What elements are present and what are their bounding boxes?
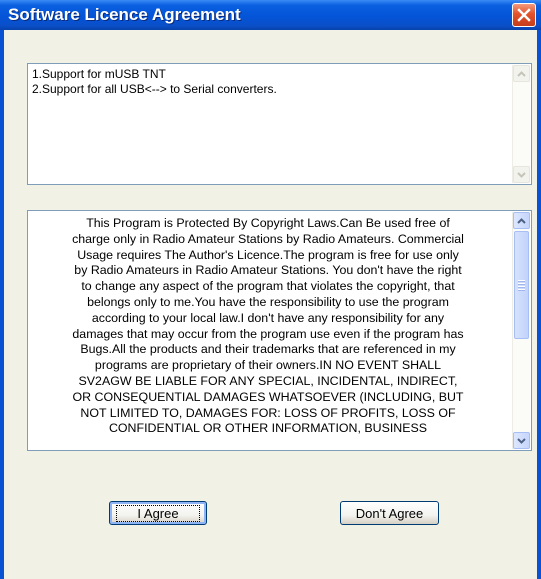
changes-line: 2.Support for all USB<--> to Serial conv… (32, 82, 277, 96)
agree-button[interactable]: I Agree (109, 501, 207, 525)
license-line: damages that may occur from the program … (72, 326, 464, 341)
license-line: OR CONSEQUENTIAL DAMAGES WHATSOEVER (INC… (72, 389, 464, 404)
chevron-up-icon (517, 70, 526, 77)
window-frame-right (537, 30, 541, 579)
license-line: programs are proprietary of their owners… (94, 358, 442, 373)
license-line: Usage requires The Author's Licence.The … (77, 247, 459, 262)
license-scrollbar[interactable] (512, 212, 530, 449)
license-line: charge only in Radio Amateur Stations by… (72, 231, 464, 246)
dont-agree-button-label: Don't Agree (355, 505, 424, 521)
changes-text: 1.Support for mUSB TNT 2.Support for all… (32, 67, 502, 97)
license-text: This Program is Protected By Copyright L… (31, 216, 505, 437)
license-line: according to your local law.I don't have… (91, 310, 445, 325)
changes-scrollbar[interactable] (512, 65, 530, 183)
license-text-box[interactable]: This Program is Protected By Copyright L… (27, 210, 532, 451)
window-title: Software Licence Agreement (8, 5, 241, 24)
scroll-up-button[interactable] (513, 65, 530, 82)
changes-text-box[interactable]: 1.Support for mUSB TNT 2.Support for all… (27, 63, 532, 185)
license-line: belongs only to me.You have the responsi… (87, 294, 449, 309)
license-line: Bugs.All the products and their trademar… (80, 342, 456, 357)
close-icon (517, 8, 531, 22)
dont-agree-button[interactable]: Don't Agree (340, 501, 439, 525)
scroll-down-button[interactable] (513, 432, 530, 449)
license-line: NOT LIMITED TO, DAMAGES FOR: LOSS OF PRO… (80, 405, 456, 420)
chevron-down-icon (517, 171, 526, 178)
chevron-up-icon (517, 217, 526, 224)
window-frame-left (0, 30, 4, 579)
license-line: CONFIDENTIAL OR OTHER INFORMATION, BUSIN… (108, 421, 428, 436)
agree-button-label: I Agree (116, 504, 200, 522)
changes-line: 1.Support for mUSB TNT (32, 67, 166, 81)
scroll-up-button[interactable] (513, 212, 530, 229)
scroll-thumb[interactable] (514, 231, 529, 339)
scroll-down-button[interactable] (513, 166, 530, 183)
title-bar[interactable]: Software Licence Agreement (0, 0, 541, 30)
close-button[interactable] (512, 3, 536, 27)
license-line: SV2AGW BE LIABLE FOR ANY SPECIAL, INCIDE… (78, 373, 458, 388)
license-line: by Radio Amateurs in Radio Amateur Stati… (74, 263, 462, 278)
chevron-down-icon (517, 437, 526, 444)
license-line: This Program is Protected By Copyright L… (86, 216, 450, 230)
grip-icon (518, 278, 525, 292)
license-line: to change any aspect of the program that… (81, 279, 455, 294)
